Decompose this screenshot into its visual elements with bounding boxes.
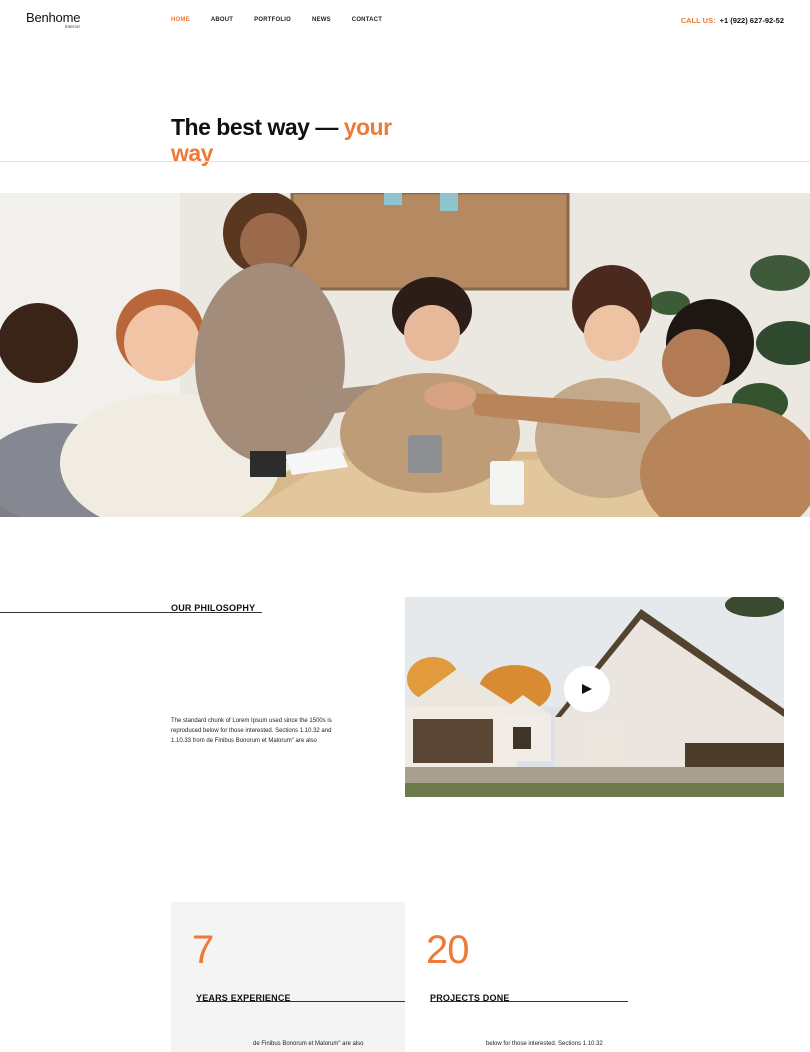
logo[interactable]: Benhome Interior [26, 10, 81, 30]
team-meeting-illustration [0, 193, 810, 517]
call-us-label: CALL US: [680, 16, 716, 25]
nav-contact[interactable]: CONTACT [352, 17, 382, 23]
philosophy-text: The standard chunk of Lorem Ipsum used s… [171, 718, 332, 744]
play-button[interactable] [564, 666, 610, 712]
play-icon [582, 684, 592, 694]
nav-home[interactable]: HOME [171, 17, 190, 23]
main-nav: HOME ABOUT PORTFOLIO NEWS CONTACT [171, 17, 403, 23]
hero-image [0, 193, 810, 517]
stat-value-projects: 20 [426, 928, 469, 972]
nav-about[interactable]: ABOUT [211, 17, 233, 23]
stat-text-years: de Finibus Bonorum et Malorum" are also [253, 1041, 364, 1047]
nav-news[interactable]: NEWS [312, 17, 331, 23]
site-header: Benhome Interior HOME ABOUT PORTFOLIO NE… [0, 0, 810, 44]
philosophy-title: OUR PHILOSOPHY [171, 603, 256, 613]
stat-text-projects: below for those interested. Sections 1.1… [486, 1041, 603, 1047]
stat-divider-years [196, 1001, 405, 1002]
logo-subtitle: Interior [64, 24, 81, 29]
stat-card-experience [171, 902, 405, 1052]
call-us: CALL US: +1 (922) 627-92-52 [681, 16, 784, 25]
phone-link[interactable]: +1 (922) 627-92-52 [720, 16, 784, 25]
divider [0, 161, 810, 162]
nav-portfolio[interactable]: PORTFOLIO [254, 17, 291, 23]
video-thumbnail[interactable] [405, 597, 784, 797]
stat-value-years: 7 [192, 928, 214, 972]
stat-divider-projects [430, 1001, 628, 1002]
hero-title: The best way — your way [171, 114, 431, 166]
hero-title-main: The best way — [171, 114, 344, 140]
logo-text: Benhome [26, 10, 81, 25]
